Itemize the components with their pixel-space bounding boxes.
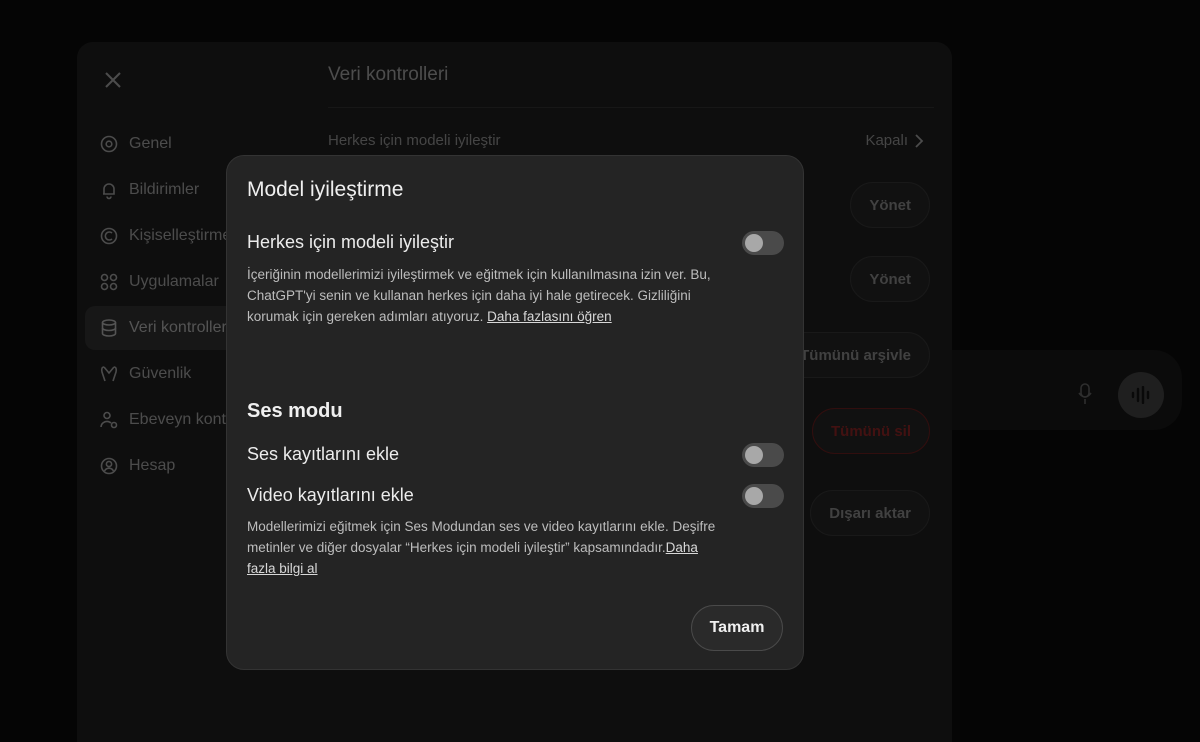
toggle-knob — [745, 234, 763, 252]
video-recordings-label: Video kayıtlarını ekle — [247, 485, 414, 505]
description-text: Modellerimizi eğitmek için Ses Modundan … — [247, 519, 716, 555]
video-recordings-toggle[interactable] — [742, 484, 784, 508]
improve-model-label: Herkes için modeli iyileştir — [247, 232, 455, 252]
audio-recordings-toggle[interactable] — [742, 443, 784, 467]
toggle-knob — [745, 487, 763, 505]
improve-model-description: İçeriğinin modellerimizi iyileştirmek ve… — [247, 264, 717, 327]
modal-title: Model iyileştirme — [247, 178, 404, 201]
ok-button[interactable]: Tamam — [691, 605, 783, 651]
audio-recordings-label: Ses kayıtlarını ekle — [247, 444, 400, 464]
voice-mode-heading: Ses modu — [247, 400, 343, 422]
description-text: İçeriğinin modellerimizi iyileştirmek ve… — [247, 267, 711, 324]
learn-more-link[interactable]: Daha fazlasını öğren — [487, 309, 612, 324]
screen: Genel Bildirimler Kişiselleştirme Uygula… — [0, 0, 1200, 742]
toggle-knob — [745, 446, 763, 464]
improve-model-toggle[interactable] — [742, 231, 784, 255]
voice-mode-description: Modellerimizi eğitmek için Ses Modundan … — [247, 516, 717, 579]
model-improvement-modal: Model iyileştirme Herkes için modeli iyi… — [226, 155, 804, 670]
